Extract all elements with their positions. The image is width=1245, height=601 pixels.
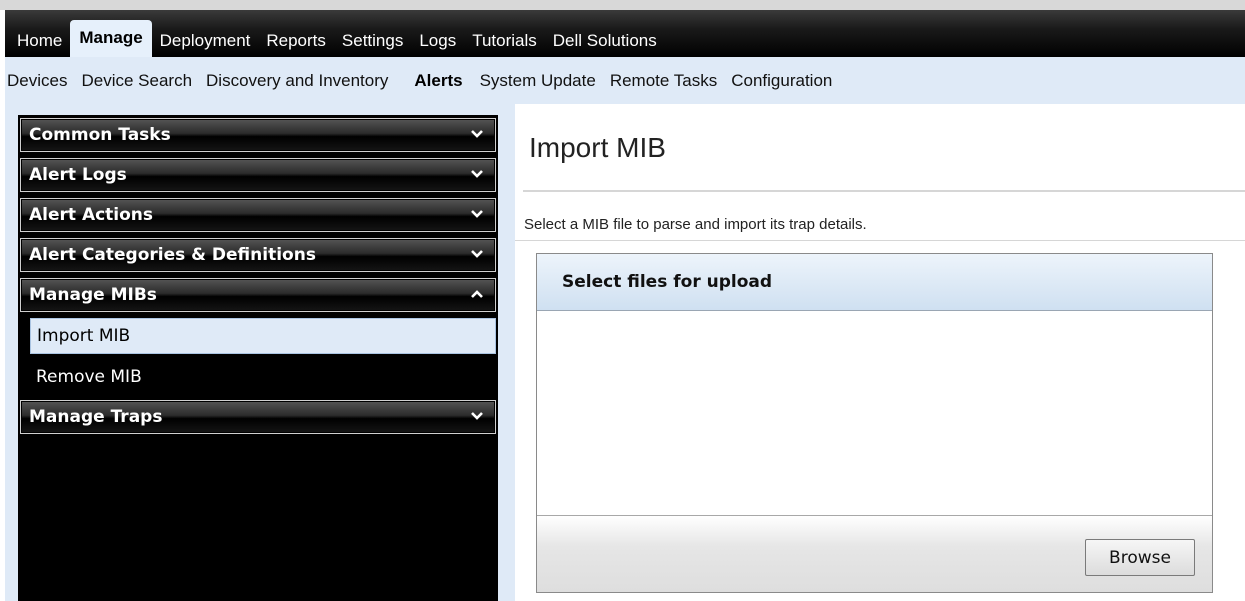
- tab-dell-solutions[interactable]: Dell Solutions: [545, 24, 665, 57]
- subtab-alerts[interactable]: Alerts: [400, 71, 472, 91]
- main-nav: Home Manage Deployment Reports Settings …: [5, 10, 1245, 57]
- chevron-down-icon: [469, 159, 485, 191]
- subtab-discovery-inventory[interactable]: Discovery and Inventory: [204, 71, 395, 91]
- chevron-down-icon: [469, 199, 485, 231]
- chevron-up-icon: [469, 279, 485, 311]
- subtab-system-update[interactable]: System Update: [478, 71, 603, 91]
- content-area: Import MIB Select a MIB file to parse an…: [515, 104, 1245, 601]
- title-divider: [523, 190, 1245, 192]
- section-alert-categories[interactable]: Alert Categories & Definitions: [20, 238, 496, 272]
- subtab-remote-tasks[interactable]: Remote Tasks: [608, 71, 724, 91]
- sidebar-item-remove-mib[interactable]: Remove MIB: [30, 359, 496, 395]
- page-title: Import MIB: [529, 132, 666, 163]
- page-description: Select a MIB file to parse and import it…: [524, 216, 867, 233]
- section-manage-traps[interactable]: Manage Traps: [20, 400, 496, 434]
- section-label: Common Tasks: [29, 125, 171, 145]
- file-list-area: [537, 311, 1212, 515]
- chevron-down-icon: [469, 119, 485, 151]
- section-label: Alert Logs: [29, 165, 127, 185]
- tab-reports[interactable]: Reports: [258, 24, 334, 57]
- upload-panel-footer: Browse: [537, 515, 1212, 592]
- section-label: Manage Traps: [29, 407, 163, 427]
- subtab-device-search[interactable]: Device Search: [79, 71, 199, 91]
- tab-logs[interactable]: Logs: [411, 24, 464, 57]
- chevron-down-icon: [469, 239, 485, 271]
- section-label: Alert Actions: [29, 205, 154, 225]
- section-alert-logs[interactable]: Alert Logs: [20, 158, 496, 192]
- sub-nav: Devices Device Search Discovery and Inve…: [5, 57, 1245, 104]
- upload-panel-header: Select files for upload: [537, 254, 1212, 311]
- tab-home[interactable]: Home: [9, 24, 70, 57]
- subtab-devices[interactable]: Devices: [5, 71, 74, 91]
- section-label: Manage MIBs: [29, 285, 157, 305]
- browse-button[interactable]: Browse: [1085, 539, 1195, 576]
- section-manage-mibs[interactable]: Manage MIBs: [20, 278, 496, 312]
- tab-manage[interactable]: Manage: [70, 20, 152, 57]
- tab-tutorials[interactable]: Tutorials: [464, 24, 545, 57]
- tab-settings[interactable]: Settings: [334, 24, 411, 57]
- description-divider: [515, 240, 1245, 241]
- upload-panel: Select files for upload Browse: [536, 253, 1213, 593]
- top-strip: [0, 0, 1245, 10]
- section-common-tasks[interactable]: Common Tasks: [20, 118, 496, 152]
- section-label: Alert Categories & Definitions: [29, 245, 316, 265]
- tab-deployment[interactable]: Deployment: [152, 24, 259, 57]
- chevron-down-icon: [469, 401, 485, 433]
- sidebar-item-import-mib[interactable]: Import MIB: [30, 318, 496, 354]
- sidebar: Common Tasks Alert Logs Alert Actions Al…: [18, 115, 498, 601]
- section-alert-actions[interactable]: Alert Actions: [20, 198, 496, 232]
- subtab-configuration[interactable]: Configuration: [729, 71, 839, 91]
